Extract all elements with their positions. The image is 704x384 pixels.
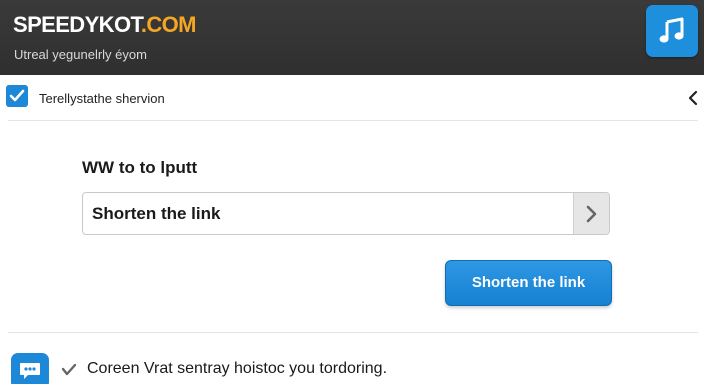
- app-header: SPEEDYKOT.COM Utreal yegunelrly éyom: [0, 0, 704, 75]
- status-text: Coreen Vrat sentray hoistoc you tordorin…: [87, 360, 388, 377]
- brand-tagline: Utreal yegunelrly éyom: [14, 47, 147, 62]
- form-heading: WW to to lputt: [82, 158, 198, 177]
- chevron-right-icon: [586, 205, 597, 223]
- url-input[interactable]: [83, 193, 573, 234]
- option-label: Terellystathe shervion: [39, 91, 165, 106]
- brand-name: SPEEDYKOT: [13, 12, 141, 37]
- option-row: Terellystathe shervion: [0, 75, 704, 120]
- shorten-link-button[interactable]: Shorten the link: [445, 260, 612, 306]
- option-checkbox[interactable]: [6, 85, 28, 107]
- music-app-button[interactable]: [646, 5, 698, 57]
- chat-button[interactable]: [11, 353, 49, 384]
- checkmark-icon: [9, 89, 25, 102]
- chevron-left-icon[interactable]: [686, 90, 700, 106]
- brand-logo[interactable]: SPEEDYKOT.COM: [13, 11, 197, 39]
- music-note-icon: [659, 17, 684, 43]
- section-divider: [8, 120, 698, 121]
- url-field: [82, 192, 610, 235]
- chat-bubble-icon: [20, 363, 40, 379]
- brand-domain: .COM: [140, 12, 197, 37]
- check-icon: [61, 363, 77, 376]
- section-divider: [8, 332, 698, 333]
- page: SPEEDYKOT.COM Utreal yegunelrly éyom Ter…: [0, 0, 704, 384]
- field-go-button[interactable]: [573, 193, 609, 234]
